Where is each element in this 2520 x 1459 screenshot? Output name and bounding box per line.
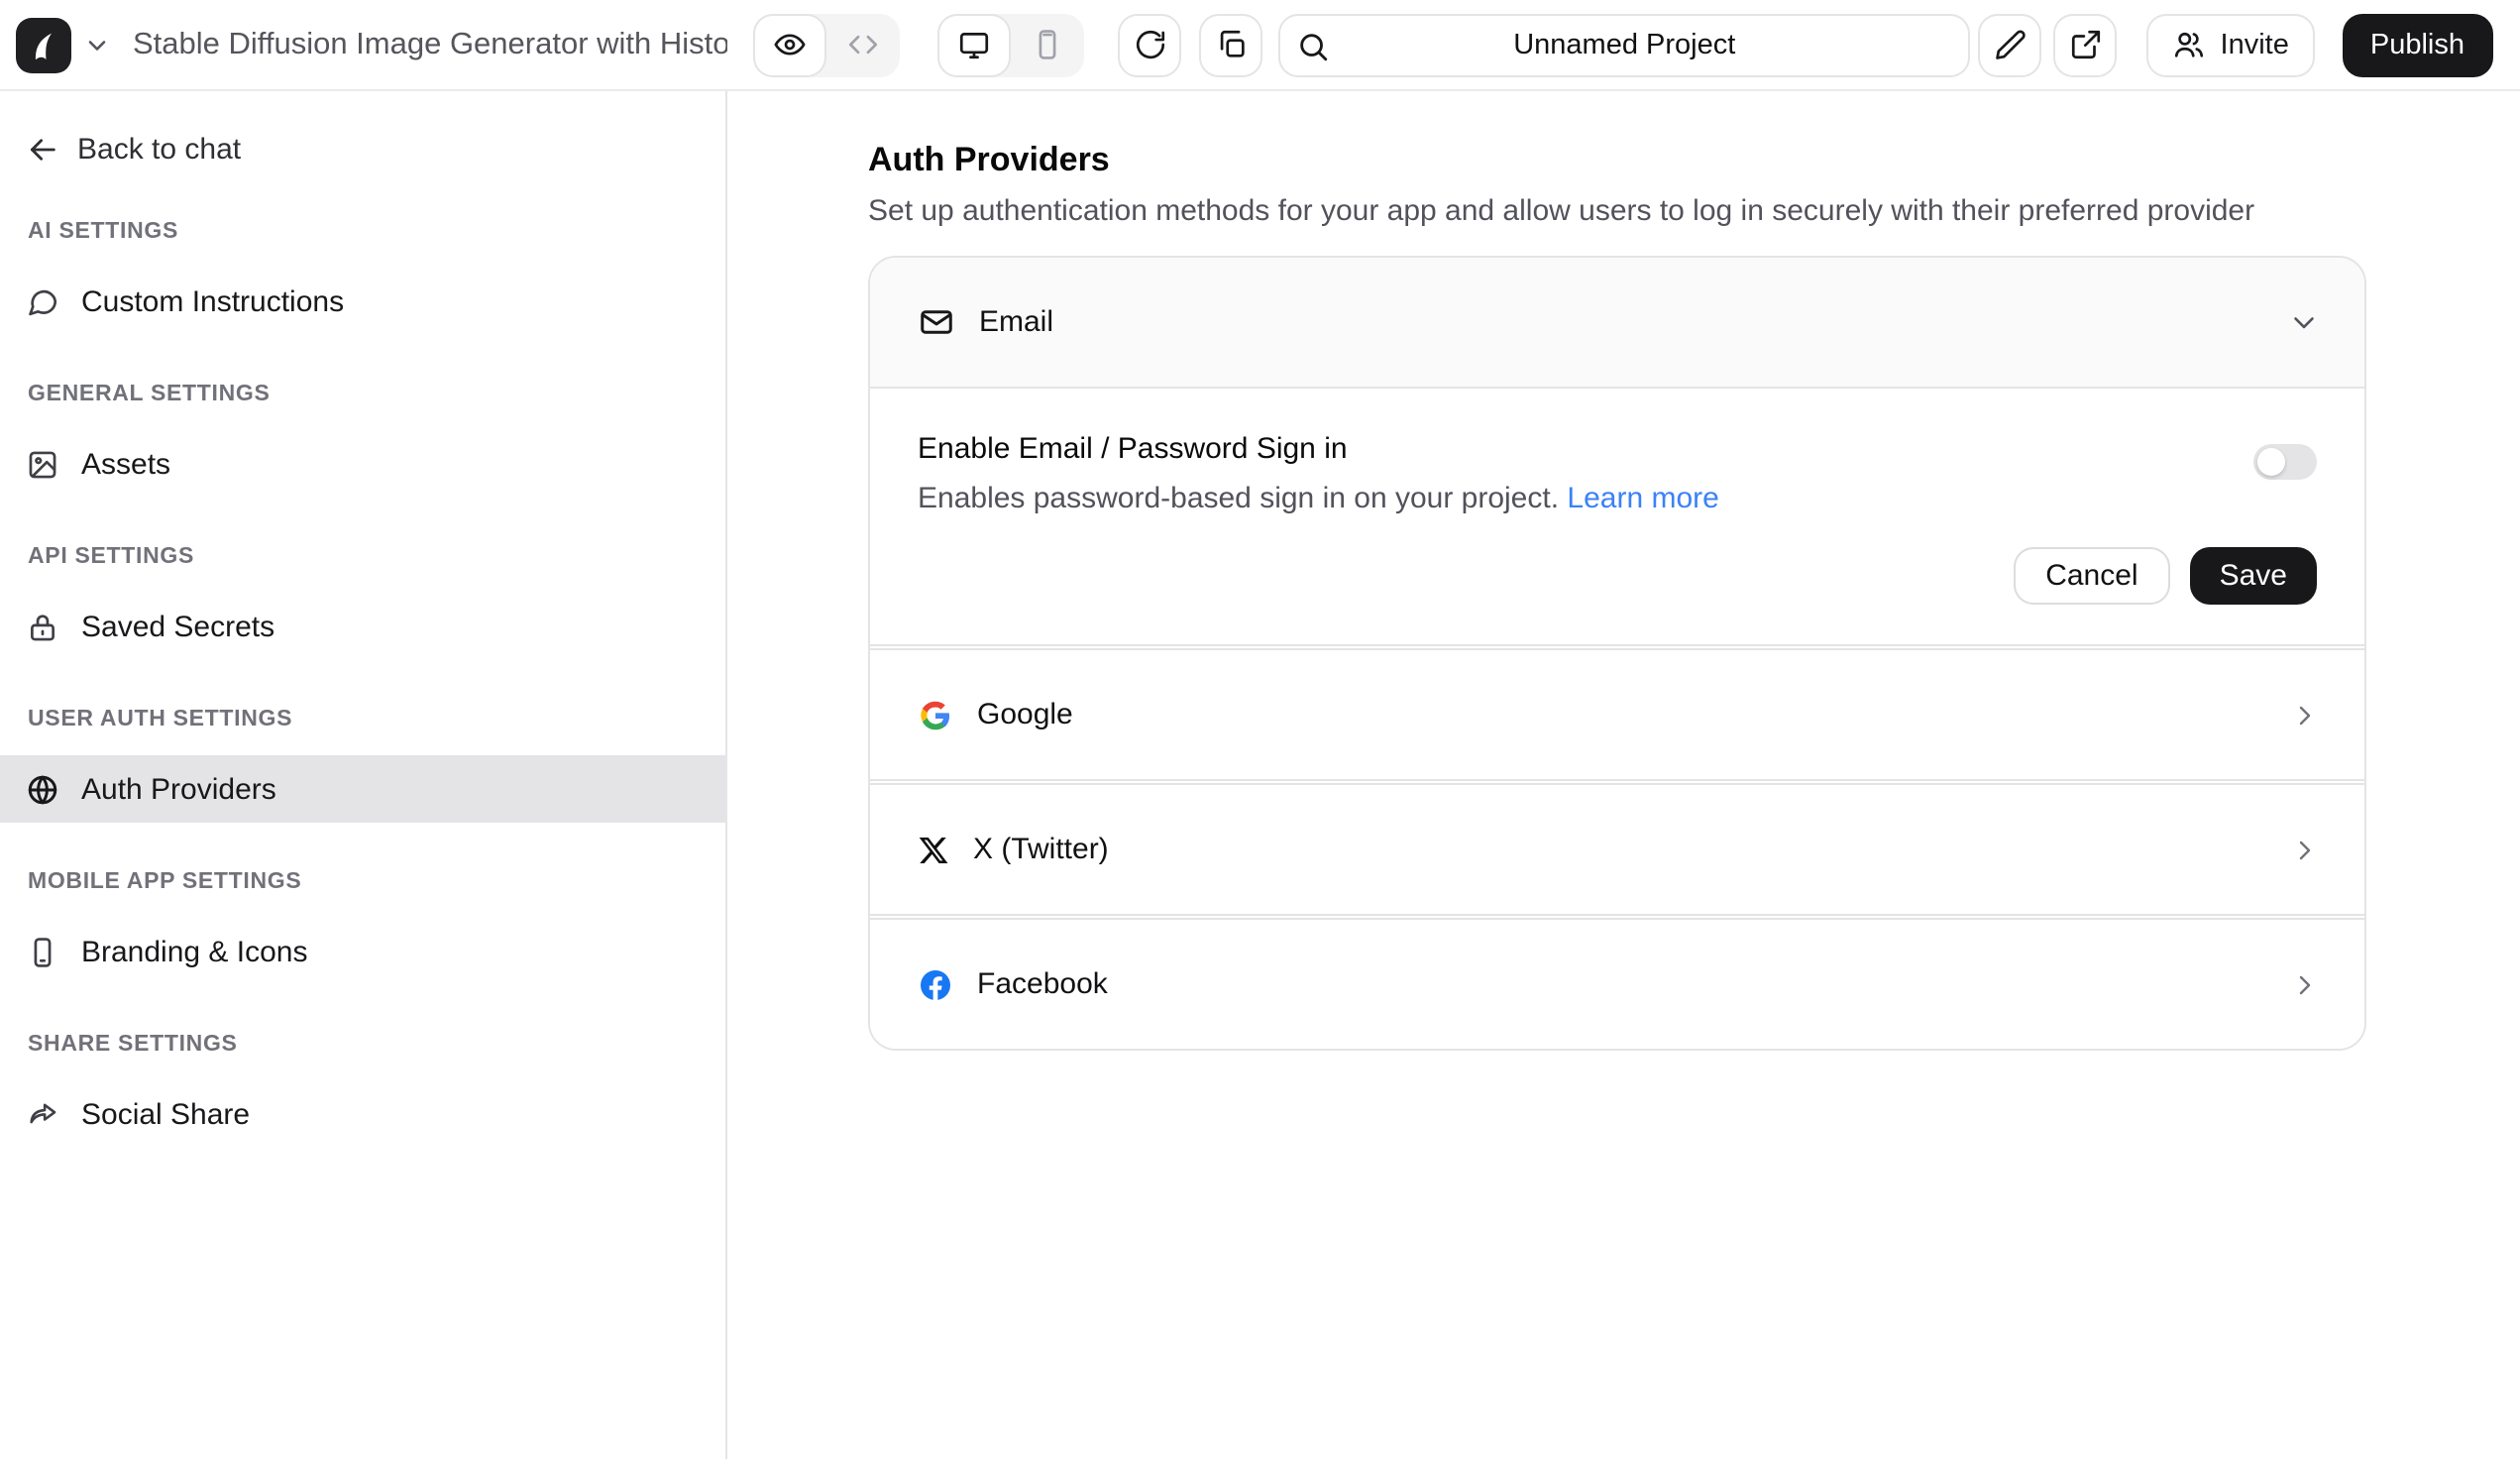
sidebar-item-label: Custom Instructions: [81, 284, 344, 318]
search-icon: [1296, 29, 1330, 62]
email-toggle-description: Enables password-based sign in on your p…: [918, 478, 2317, 519]
google-icon: [918, 697, 953, 732]
edit-button[interactable]: [1979, 13, 2042, 76]
project-header: Stable Diffusion Image Generator with Hi…: [0, 17, 727, 72]
provider-label-x: X (Twitter): [973, 833, 1109, 866]
sidebar-item-custom-instructions[interactable]: Custom Instructions: [0, 268, 725, 335]
sidebar-item-assets[interactable]: Assets: [0, 430, 725, 498]
share-icon: [26, 1097, 59, 1131]
copy-icon: [1214, 28, 1248, 61]
sidebar-item-saved-secrets[interactable]: Saved Secrets: [0, 593, 725, 660]
logo-glyph-icon: [24, 25, 63, 64]
copy-button[interactable]: [1199, 13, 1262, 76]
email-section-body: Enable Email / Password Sign in Enables …: [870, 389, 2364, 644]
desktop-view-button[interactable]: [937, 13, 1011, 76]
provider-row-google[interactable]: Google: [870, 650, 2364, 779]
invite-button[interactable]: Invite: [2147, 13, 2315, 76]
sidebar-item-branding-icons[interactable]: Branding & Icons: [0, 918, 725, 985]
section-label: GENERAL SETTINGS: [0, 379, 725, 410]
monitor-icon: [957, 28, 991, 61]
publish-label: Publish: [2370, 29, 2465, 60]
arrow-left-icon: [26, 132, 59, 166]
save-button[interactable]: Save: [2190, 547, 2317, 605]
sidebar-section-ai: AI SETTINGS Custom Instructions: [0, 216, 725, 335]
sidebar-item-label: Social Share: [81, 1097, 250, 1131]
email-toggle-title: Enable Email / Password Sign in: [918, 428, 2317, 470]
screen: Stable Diffusion Image Generator with Hi…: [0, 0, 2520, 1459]
section-label: API SETTINGS: [0, 541, 725, 573]
chevron-right-icon: [2289, 699, 2321, 730]
refresh-button[interactable]: [1118, 13, 1181, 76]
auth-providers-card: Email Enable Email / Password Sign in En…: [868, 256, 2366, 1051]
section-label: SHARE SETTINGS: [0, 1029, 725, 1061]
top-bar: Stable Diffusion Image Generator with Hi…: [0, 0, 2520, 91]
email-password-toggle[interactable]: [2253, 444, 2317, 480]
open-external-button[interactable]: [2054, 13, 2118, 76]
image-icon: [26, 447, 59, 481]
sidebar-section-api: API SETTINGS Saved Secrets: [0, 541, 725, 660]
chevron-down-icon: [2287, 305, 2321, 339]
project-title: Stable Diffusion Image Generator with Hi…: [133, 27, 727, 62]
lock-icon: [26, 610, 59, 643]
page-subtitle: Set up authentication methods for your a…: [868, 192, 2520, 232]
section-label: AI SETTINGS: [0, 216, 725, 248]
provider-label-google: Google: [977, 698, 1073, 731]
sidebar-item-social-share[interactable]: Social Share: [0, 1080, 725, 1148]
email-section-actions: Cancel Save: [918, 547, 2317, 605]
smartphone-icon: [1031, 28, 1064, 61]
provider-label-facebook: Facebook: [977, 967, 1108, 1001]
sidebar-section-general: GENERAL SETTINGS Assets: [0, 379, 725, 498]
email-section-header[interactable]: Email: [870, 258, 2364, 389]
users-icon: [2173, 28, 2207, 61]
provider-row-facebook[interactable]: Facebook: [870, 920, 2364, 1049]
project-menu-chevron[interactable]: [83, 31, 111, 58]
sidebar-item-auth-providers[interactable]: Auth Providers: [0, 755, 725, 823]
sidebar-section-share: SHARE SETTINGS Social Share: [0, 1029, 725, 1148]
invite-label: Invite: [2221, 29, 2289, 60]
provider-row-x-twitter[interactable]: X (Twitter): [870, 785, 2364, 914]
sidebar-section-mobile: MOBILE APP SETTINGS Branding & Icons: [0, 866, 725, 985]
cancel-button[interactable]: Cancel: [2014, 547, 2169, 605]
section-label: MOBILE APP SETTINGS: [0, 866, 725, 898]
project-name-bar: [1278, 13, 1971, 76]
back-to-chat-label: Back to chat: [77, 132, 241, 166]
settings-sidebar: Back to chat AI SETTINGS Custom Instruct…: [0, 91, 727, 1459]
learn-more-link[interactable]: Learn more: [1567, 482, 1718, 515]
toolbar: Invite Publish: [727, 13, 2520, 76]
envelope-icon: [918, 303, 955, 341]
back-to-chat[interactable]: Back to chat: [0, 125, 725, 172]
chevron-right-icon: [2289, 834, 2321, 865]
external-link-icon: [2069, 28, 2103, 61]
chat-bubble-icon: [26, 284, 59, 318]
pencil-icon: [1994, 28, 2027, 61]
smartphone-icon: [26, 935, 59, 968]
sidebar-item-label: Auth Providers: [81, 772, 276, 806]
sidebar-section-user-auth: USER AUTH SETTINGS Auth Providers: [0, 704, 725, 823]
chevron-down-icon: [83, 31, 111, 58]
facebook-icon: [918, 966, 953, 1002]
view-mode-toggle: [753, 13, 900, 76]
main-content: Auth Providers Set up authentication met…: [727, 91, 2520, 1459]
preview-button[interactable]: [753, 13, 826, 76]
section-label: USER AUTH SETTINGS: [0, 704, 725, 735]
device-toggle: [937, 13, 1084, 76]
globe-icon: [26, 772, 59, 806]
sidebar-item-label: Saved Secrets: [81, 610, 274, 643]
refresh-icon: [1133, 28, 1166, 61]
provider-label-email: Email: [979, 305, 1053, 339]
code-icon: [846, 28, 880, 61]
code-view-button[interactable]: [826, 13, 900, 76]
app-logo[interactable]: [16, 17, 71, 72]
page-title: Auth Providers: [868, 139, 2520, 180]
toggle-knob: [2257, 448, 2285, 476]
sidebar-item-label: Assets: [81, 447, 170, 481]
eye-icon: [773, 28, 807, 61]
x-icon: [918, 834, 949, 865]
sidebar-item-label: Branding & Icons: [81, 935, 308, 968]
mobile-view-button[interactable]: [1011, 13, 1084, 76]
publish-button[interactable]: Publish: [2343, 13, 2492, 76]
project-name-input[interactable]: [1280, 15, 1969, 74]
chevron-right-icon: [2289, 968, 2321, 1000]
